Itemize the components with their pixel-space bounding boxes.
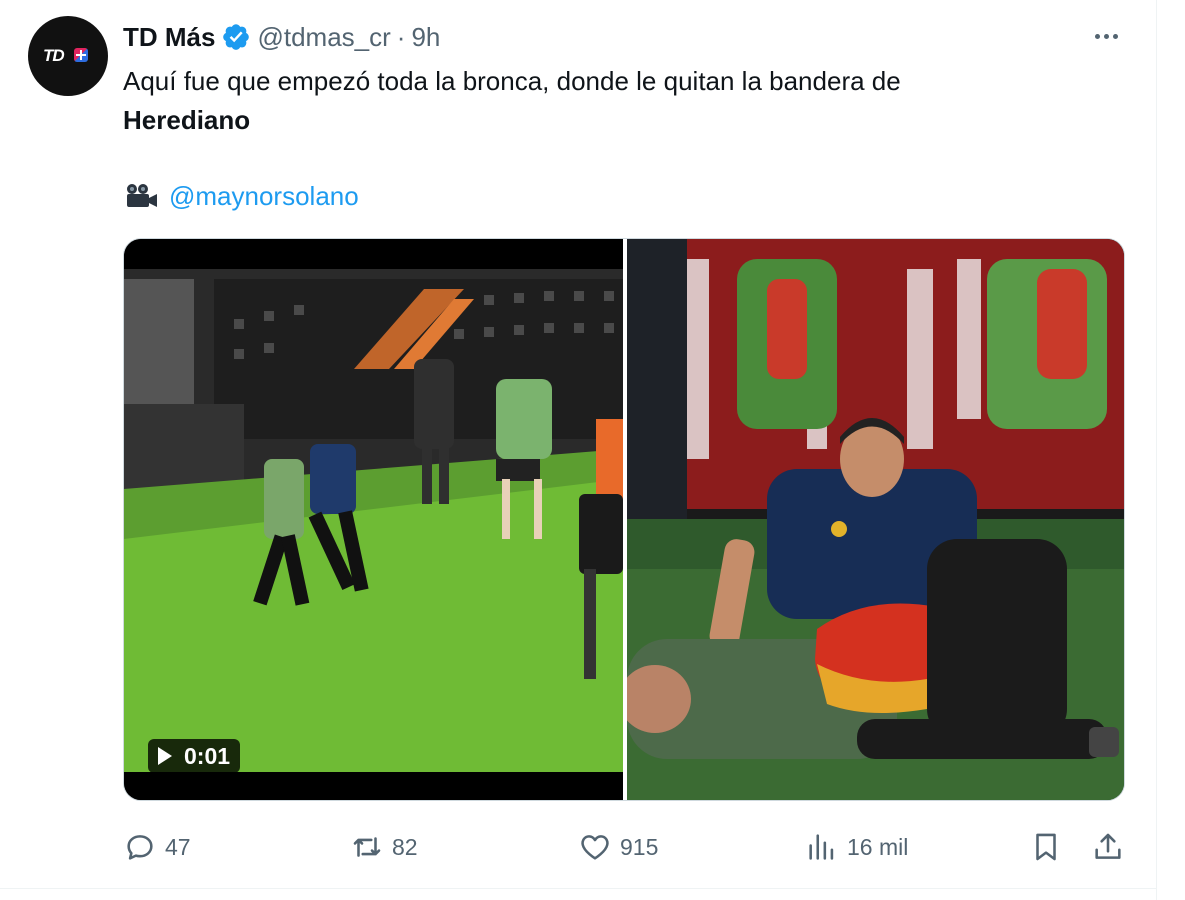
reply-count: 47 [165, 833, 191, 860]
views-button[interactable]: 16 mil [805, 828, 908, 866]
bookmark-icon [1036, 833, 1056, 861]
repost-icon [353, 837, 381, 857]
timeline-right-border [1156, 0, 1157, 900]
author-display-name[interactable]: TD Más [123, 22, 215, 53]
tweet-timestamp[interactable]: 9h [411, 22, 440, 53]
tweet-divider [0, 888, 1156, 889]
bookmark-button[interactable] [1029, 828, 1063, 866]
tweet-text-line: Aquí fue que empezó toda la bronca, dond… [123, 66, 901, 96]
tweet-header: TD Más @tdmas_cr · 9h [123, 20, 440, 54]
verified-badge-icon[interactable] [221, 22, 251, 52]
reply-icon [127, 835, 153, 860]
reply-button[interactable]: 47 [123, 828, 191, 866]
credit-mention-link[interactable]: @maynorsolano [169, 181, 359, 212]
tweet-text: Aquí fue que empezó toda la bronca, dond… [123, 62, 1123, 140]
td-mas-logo: TD [43, 44, 93, 68]
share-icon [1095, 833, 1121, 859]
author-avatar[interactable]: TD [28, 16, 108, 96]
dot-icon [1103, 33, 1109, 39]
dot-icon [1094, 33, 1100, 39]
like-button[interactable]: 915 [578, 828, 658, 866]
video-frame-image [124, 239, 623, 800]
photo-thumbnail[interactable] [627, 239, 1124, 800]
plus-icon [74, 48, 88, 62]
repost-button[interactable]: 82 [350, 828, 418, 866]
play-icon [158, 747, 172, 765]
video-thumbnail[interactable]: 0:01 [124, 239, 623, 800]
repost-count: 82 [392, 833, 418, 860]
more-options-icon[interactable] [1088, 24, 1124, 48]
photo-image [627, 239, 1124, 800]
author-handle[interactable]: @tdmas_cr [257, 22, 390, 53]
tweet-actions-bar: 47 82 915 16 mil [123, 828, 1125, 866]
share-button[interactable] [1091, 828, 1125, 866]
heart-icon [581, 835, 609, 860]
movie-camera-icon [127, 184, 157, 207]
analytics-icon [809, 834, 834, 860]
like-count: 915 [620, 833, 659, 860]
views-count: 16 mil [847, 833, 909, 860]
tweet-text-bold: Herediano [123, 105, 251, 135]
media-grid: 0:01 [123, 238, 1125, 801]
play-video-button[interactable]: 0:01 [148, 739, 241, 773]
logo-text: TD [43, 46, 65, 65]
separator-dot: · [396, 21, 406, 52]
video-duration: 0:01 [184, 742, 231, 769]
dot-icon [1112, 33, 1118, 39]
video-credit: @maynorsolano [123, 178, 359, 214]
